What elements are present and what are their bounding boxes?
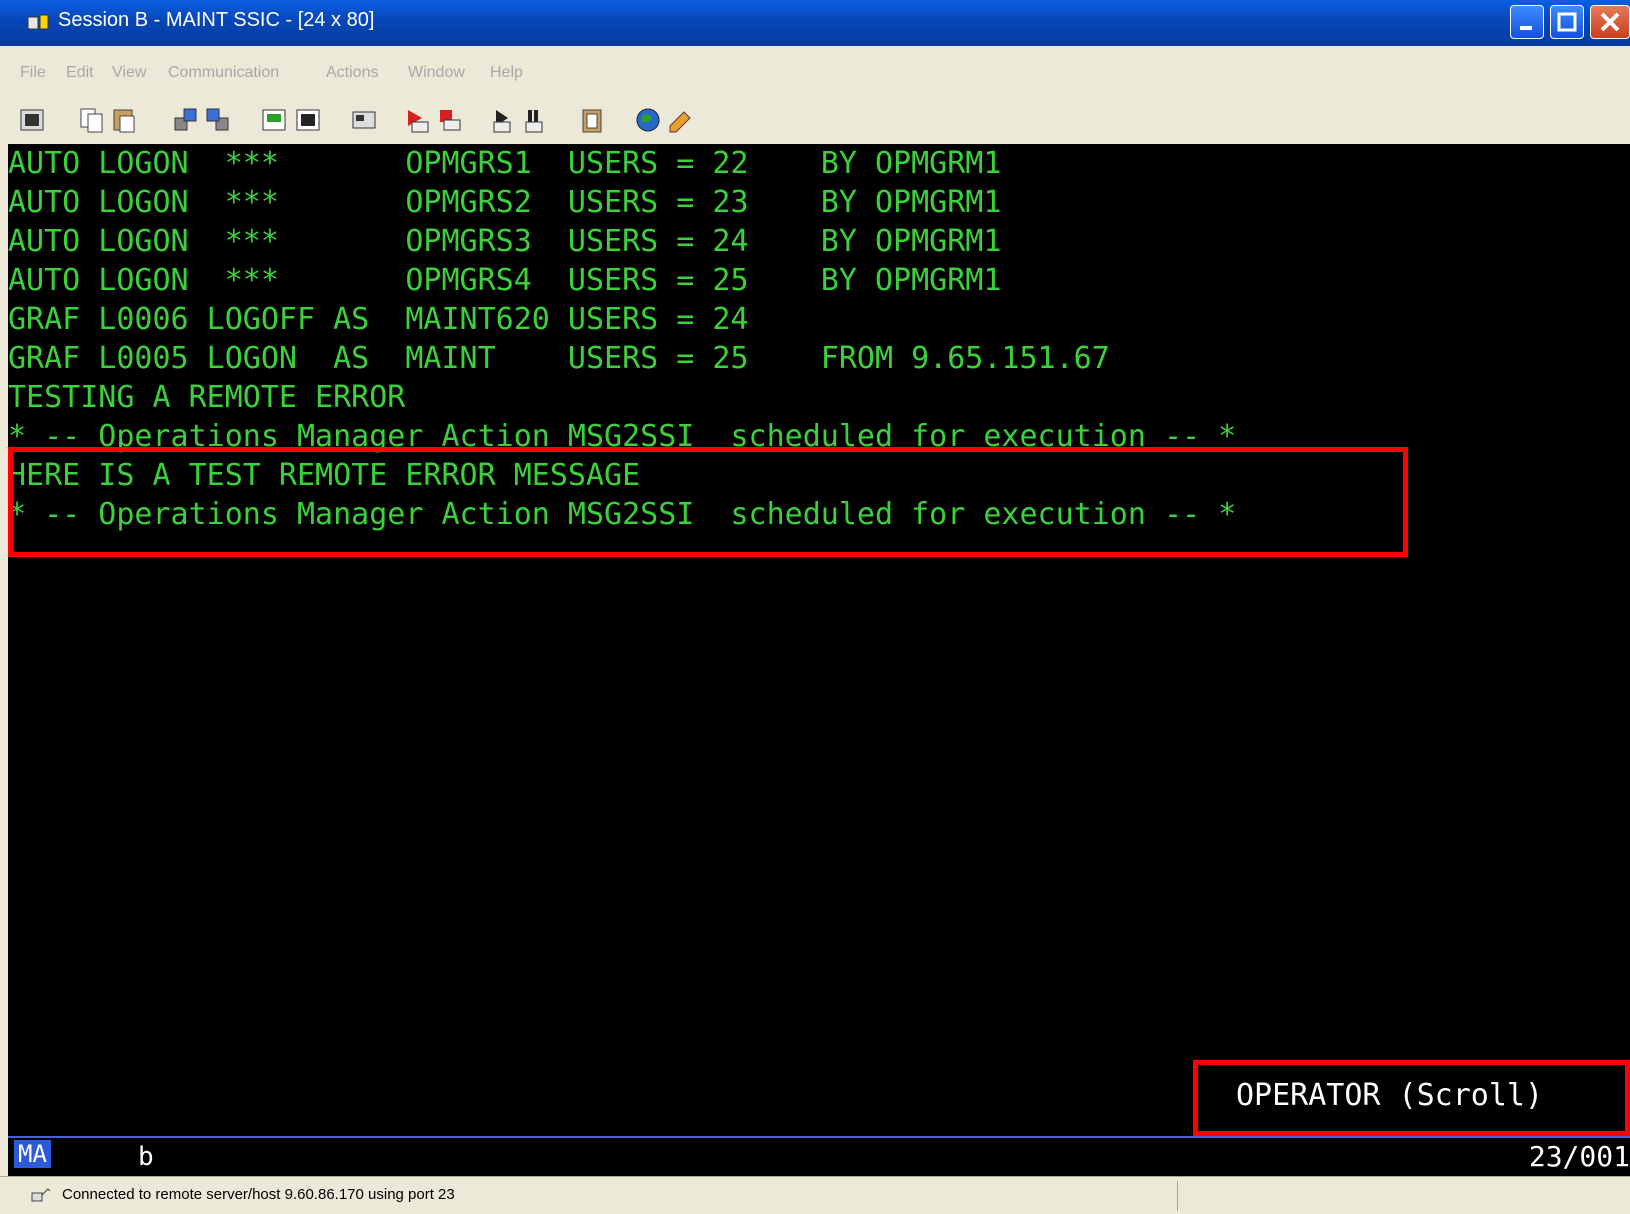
connection-icon (31, 1188, 51, 1202)
terminal-line-4: AUTO LOGON *** OPMGRS4 USERS = 25 BY OPM… (8, 263, 1002, 298)
close-icon[interactable] (1590, 5, 1630, 39)
terminal-line-6: GRAF L0005 LOGON AS MAINT USERS = 25 FRO… (8, 341, 1110, 376)
display-icon[interactable] (260, 106, 288, 134)
terminal-screen[interactable]: AUTO LOGON *** OPMGRS1 USERS = 22 BY OPM… (8, 144, 1630, 1136)
status-message: Connected to remote server/host 9.60.86.… (62, 1186, 455, 1203)
session-indicator: MA (14, 1140, 51, 1168)
status-bar: Connected to remote server/host 9.60.86.… (0, 1176, 1630, 1214)
pause-macro-icon[interactable] (522, 106, 550, 134)
keypad-icon[interactable] (294, 106, 322, 134)
mode-status-highlight-box (1193, 1060, 1630, 1136)
edit-icon[interactable] (666, 106, 694, 134)
terminal-line-5: GRAF L0006 LOGOFF AS MAINT620 USERS = 24 (8, 302, 749, 337)
session-letter: b (138, 1142, 154, 1172)
copy-icon[interactable] (78, 106, 106, 134)
cursor-position: 23/001 (1528, 1140, 1630, 1173)
menu-help[interactable]: Help (490, 64, 523, 82)
terminal-window: Session B - MAINT SSIC - [24 x 80] File … (0, 0, 1630, 1214)
menu-file[interactable]: File (20, 64, 46, 82)
minimize-icon[interactable] (1510, 5, 1544, 39)
terminal-line-7: TESTING A REMOTE ERROR (8, 380, 406, 415)
menu-bar: File Edit View Communication Actions Win… (0, 46, 1630, 96)
receive-icon[interactable] (204, 106, 232, 134)
toolbar (0, 96, 1630, 144)
operator-information-area: MA b 23/001 (8, 1136, 1630, 1178)
window-frame-left (0, 144, 8, 1176)
title-bar[interactable]: Session B - MAINT SSIC - [24 x 80] (0, 0, 1630, 46)
menu-view[interactable]: View (112, 64, 146, 82)
globe-icon[interactable] (634, 106, 662, 134)
window-title: Session B - MAINT SSIC - [24 x 80] (58, 9, 375, 31)
error-message-highlight-box (8, 447, 1408, 557)
menu-edit[interactable]: Edit (66, 64, 94, 82)
paste-icon[interactable] (110, 106, 138, 134)
terminal-line-2: AUTO LOGON *** OPMGRS2 USERS = 23 BY OPM… (8, 185, 1002, 220)
menu-window[interactable]: Window (408, 64, 465, 82)
terminal-line-1: AUTO LOGON *** OPMGRS1 USERS = 22 BY OPM… (8, 146, 1002, 181)
app-icon[interactable] (27, 13, 50, 33)
terminal-line-3: AUTO LOGON *** OPMGRS3 USERS = 24 BY OPM… (8, 224, 1002, 259)
record-macro-icon[interactable] (404, 106, 432, 134)
menu-actions[interactable]: Actions (326, 64, 378, 82)
clipboard-icon[interactable] (578, 106, 606, 134)
maximize-icon[interactable] (1550, 5, 1584, 39)
stop-macro-icon[interactable] (436, 106, 464, 134)
play-macro-icon[interactable] (490, 106, 518, 134)
status-bar-panel (1177, 1181, 1630, 1211)
menu-communication[interactable]: Communication (168, 64, 279, 82)
macro-icon[interactable] (350, 106, 378, 134)
send-icon[interactable] (172, 106, 200, 134)
print-screen-icon[interactable] (18, 106, 46, 134)
